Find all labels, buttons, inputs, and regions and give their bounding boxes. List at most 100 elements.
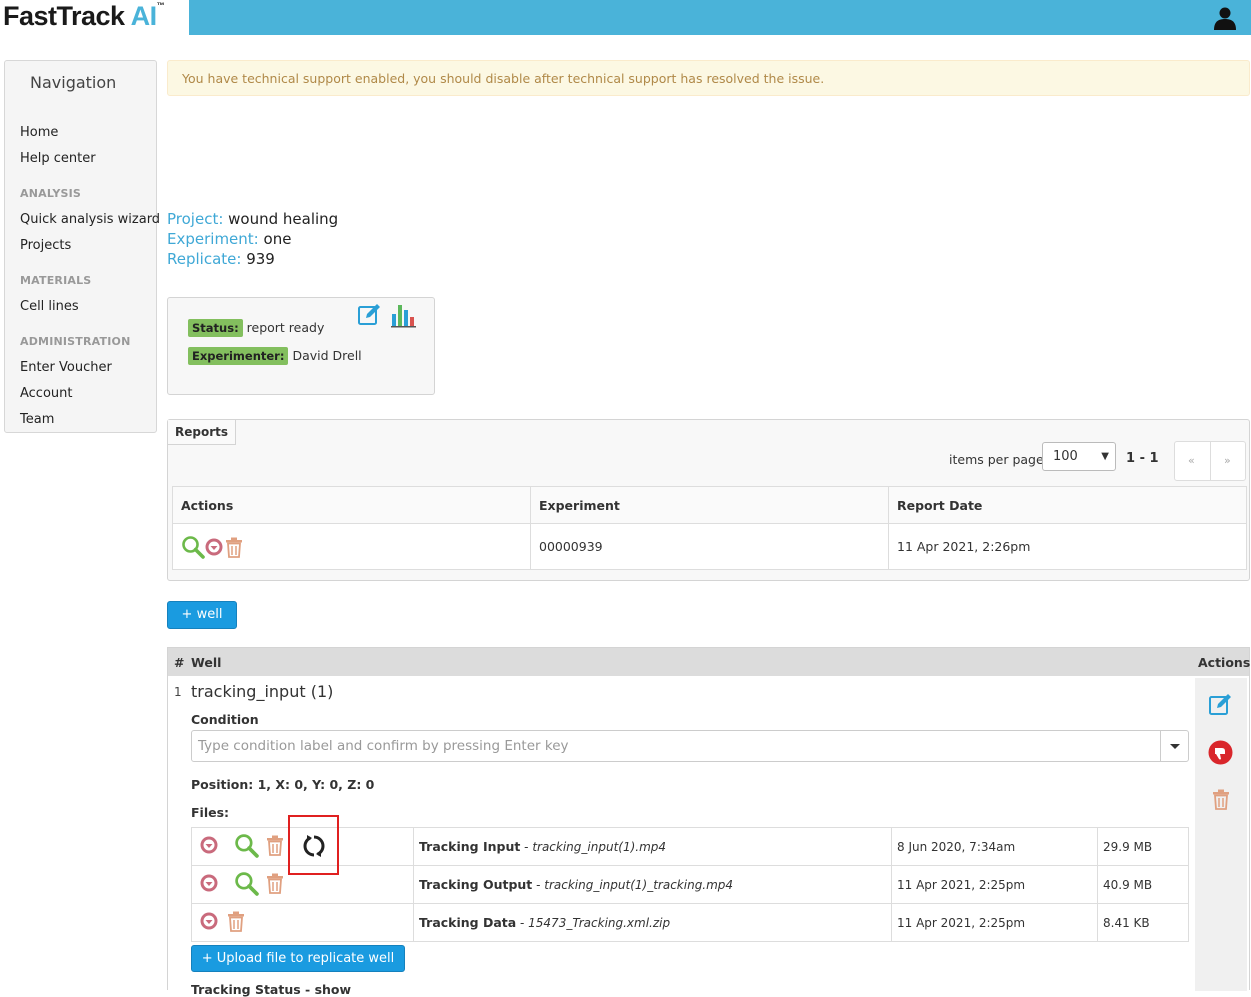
well-actions-column (1195, 678, 1247, 991)
download-file-icon[interactable] (200, 912, 218, 930)
file-name-link[interactable]: tracking_input(1)_tracking.mp4 (544, 878, 733, 892)
col-experiment: Experiment (530, 486, 889, 524)
file-name-cell: Tracking Output - tracking_input(1)_trac… (413, 865, 892, 904)
report-date-cell: 11 Apr 2021, 2:26pm (888, 523, 1247, 570)
pager-next-button[interactable]: » (1224, 454, 1231, 467)
file-actions-cell (191, 903, 414, 942)
table-row: Tracking Input - tracking_input(1).mp4 8… (191, 827, 1189, 866)
edit-icon[interactable] (357, 303, 381, 327)
table-row: Tracking Data - 15473_Tracking.xml.zip 1… (191, 903, 1189, 942)
experiment-value: one (263, 230, 292, 248)
chart-icon[interactable] (391, 302, 417, 328)
sidebar-item-help-center[interactable]: Help center (20, 151, 96, 166)
sidebar-heading-administration: ADMINISTRATION (20, 335, 131, 348)
sidebar-heading-analysis: ANALYSIS (20, 187, 82, 200)
file-date-cell: 8 Jun 2020, 7:34am (891, 827, 1098, 866)
delete-file-icon[interactable] (225, 910, 247, 932)
status-row: Status: report ready (188, 319, 324, 337)
sidebar: Navigation Home Help center ANALYSIS Qui… (4, 60, 160, 433)
sidebar-item-projects[interactable]: Projects (20, 238, 71, 253)
edit-well-icon[interactable] (1208, 693, 1232, 717)
thumbs-down-icon[interactable] (1208, 740, 1233, 765)
file-type: Tracking Output (419, 877, 533, 892)
file-separator: - (520, 840, 533, 854)
pager: « » (1174, 441, 1246, 481)
status-value: report ready (246, 320, 325, 335)
project-label: Project: (167, 210, 224, 228)
file-name-link[interactable]: 15473_Tracking.xml.zip (528, 916, 670, 930)
sidebar-item-team[interactable]: Team (20, 412, 54, 427)
well-position: Position: 1, X: 0, Y: 0, Z: 0 (191, 777, 375, 792)
delete-file-icon[interactable] (264, 834, 286, 856)
upload-file-button[interactable]: + Upload file to replicate well (191, 945, 405, 972)
condition-input[interactable]: Type condition label and confirm by pres… (191, 730, 1189, 762)
file-name-cell: Tracking Data - 15473_Tracking.xml.zip (413, 903, 892, 942)
experimenter-value: David Drell (292, 348, 362, 363)
file-name-link[interactable]: tracking_input(1).mp4 (532, 840, 666, 854)
condition-label: Condition (191, 712, 259, 727)
chevron-down-icon: ▼ (1101, 451, 1109, 462)
delete-well-icon[interactable] (1210, 788, 1232, 810)
report-actions-cell (172, 523, 531, 570)
replicate-value: 939 (246, 250, 275, 268)
page-range: 1 - 1 (1126, 451, 1159, 466)
files-label: Files: (191, 805, 230, 820)
file-separator: - (532, 878, 545, 892)
view-file-icon[interactable] (234, 833, 259, 858)
table-row: Tracking Output - tracking_input(1)_trac… (191, 865, 1189, 904)
file-size-cell: 8.41 KB (1097, 903, 1189, 942)
condition-dropdown-button[interactable] (1160, 731, 1188, 761)
report-experiment-cell: 00000939 (530, 523, 889, 570)
pager-prev-button[interactable]: « (1188, 454, 1195, 467)
files-table: Tracking Input - tracking_input(1).mp4 8… (191, 827, 1189, 942)
items-per-page-value: 100 (1053, 449, 1078, 464)
replicate-label: Replicate: (167, 250, 242, 268)
download-report-icon[interactable] (205, 538, 223, 556)
project-line: Project: wound healing (167, 210, 338, 228)
project-value: wound healing (228, 210, 339, 228)
download-file-icon[interactable] (200, 874, 218, 892)
condition-placeholder: Type condition label and confirm by pres… (198, 738, 569, 754)
highlight-box (288, 815, 339, 875)
sidebar-item-home[interactable]: Home (20, 125, 58, 140)
file-size-cell: 40.9 MB (1097, 865, 1189, 904)
items-per-page-select[interactable]: 100 ▼ (1042, 442, 1116, 471)
tech-support-alert: You have technical support enabled, you … (167, 60, 1250, 96)
delete-report-icon[interactable] (223, 536, 245, 558)
sidebar-item-enter-voucher[interactable]: Enter Voucher (20, 360, 112, 375)
caret-down-icon (1170, 744, 1180, 749)
user-icon[interactable] (1213, 6, 1237, 30)
download-file-icon[interactable] (200, 836, 218, 854)
file-separator: - (516, 916, 529, 930)
logo-tm: ™ (156, 1, 165, 10)
col-number: # (174, 655, 185, 670)
col-report-date: Report Date (888, 486, 1247, 524)
col-well-actions: Actions (1198, 655, 1251, 670)
file-date-cell: 11 Apr 2021, 2:25pm (891, 865, 1098, 904)
col-well: Well (191, 655, 222, 670)
file-type: Tracking Data (419, 915, 517, 930)
experiment-label: Experiment: (167, 230, 259, 248)
experimenter-row: Experimenter: David Drell (188, 347, 362, 365)
nav-title: Navigation (30, 73, 117, 92)
items-per-page-label: items per page: (949, 452, 1048, 467)
logo[interactable]: FastTrack AI™ (0, 0, 189, 35)
reports-panel: Reports items per page: 100 ▼ 1 - 1 « » … (167, 419, 1250, 581)
sidebar-item-account[interactable]: Account (20, 386, 73, 401)
view-report-icon[interactable] (181, 535, 205, 559)
reports-table: Actions Experiment Report Date 00000939 … (172, 486, 1247, 570)
sidebar-item-cell-lines[interactable]: Cell lines (20, 299, 79, 314)
file-size-cell: 29.9 MB (1097, 827, 1189, 866)
table-row: 00000939 11 Apr 2021, 2:26pm (172, 523, 1247, 570)
add-well-button[interactable]: + well (167, 601, 237, 629)
delete-file-icon[interactable] (264, 872, 286, 894)
reports-header-row: Actions Experiment Report Date (172, 486, 1247, 524)
pager-divider (1210, 442, 1211, 480)
file-date-cell: 11 Apr 2021, 2:25pm (891, 903, 1098, 942)
view-file-icon[interactable] (234, 871, 259, 896)
sidebar-item-quick-analysis-wizard[interactable]: Quick analysis wizard (20, 212, 160, 227)
sidebar-heading-materials: MATERIALS (20, 274, 92, 287)
replicate-line: Replicate: 939 (167, 250, 275, 268)
tab-reports[interactable]: Reports (168, 420, 237, 445)
logo-ai-text: AI (130, 1, 158, 31)
